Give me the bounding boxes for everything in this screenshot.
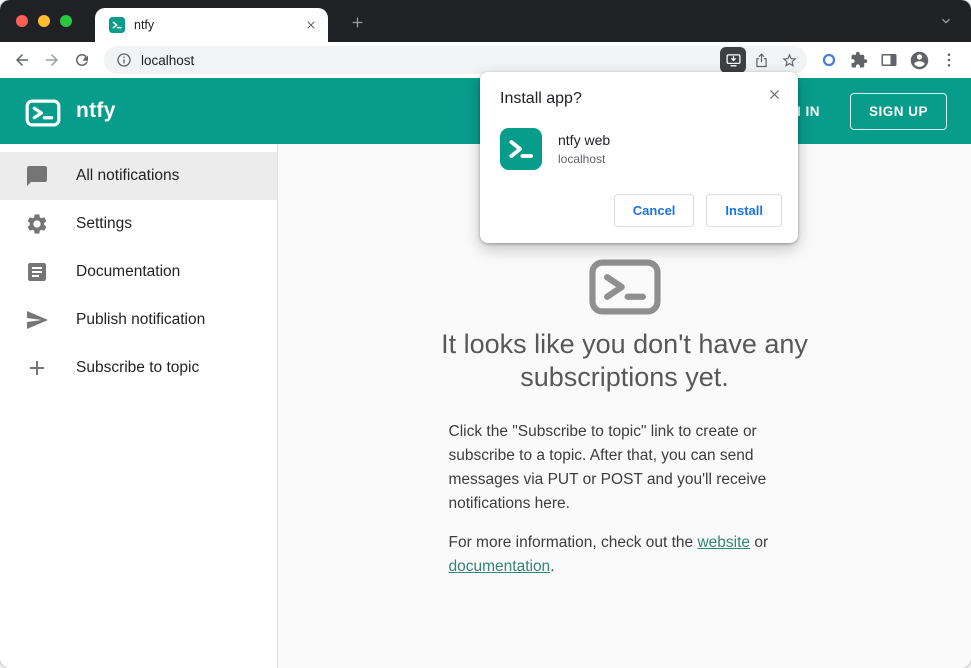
dialog-close-button[interactable] [762, 82, 786, 106]
extension-ring-icon [822, 53, 836, 67]
sidebar: All notifications Settings Documentation… [0, 144, 278, 668]
sidebar-item-label: All notifications [76, 167, 180, 184]
extension-badge-button[interactable] [815, 46, 843, 74]
tab-close-button[interactable] [302, 16, 320, 34]
site-info-icon[interactable] [116, 52, 132, 68]
puzzle-icon [851, 51, 868, 68]
documentation-link[interactable]: documentation [449, 558, 551, 575]
send-icon [25, 308, 49, 332]
avatar-icon [910, 51, 928, 69]
tab-strip: ntfy [0, 0, 971, 42]
install-icon [725, 53, 741, 66]
document-icon [25, 260, 49, 284]
chat-icon [25, 164, 49, 188]
gear-icon [25, 212, 49, 236]
empty-state-paragraph: Click the "Subscribe to topic" link to c… [448, 422, 767, 512]
tab-title: ntfy [134, 18, 155, 32]
dialog-app-row: ntfy web localhost [500, 128, 782, 170]
dialog-app-icon [500, 128, 542, 170]
share-icon [755, 53, 767, 67]
tab-search-chevron-icon[interactable] [933, 8, 959, 34]
ntfy-logo-icon [24, 94, 62, 128]
browser-window: ntfy localhost ntfy IN SIGN UP All notif… [0, 0, 971, 668]
url-text: localhost [141, 52, 195, 68]
back-button[interactable] [8, 46, 36, 74]
window-minimize-button[interactable] [38, 15, 50, 27]
browser-menu-button[interactable] [935, 46, 963, 74]
brand-title: ntfy [76, 99, 116, 122]
side-panel-button[interactable] [875, 46, 903, 74]
sidebar-item-label: Documentation [76, 263, 181, 280]
back-arrow-icon [16, 54, 28, 66]
traffic-lights [16, 15, 72, 27]
dialog-app-name: ntfy web [558, 132, 611, 148]
window-close-button[interactable] [16, 15, 28, 27]
window-zoom-button[interactable] [60, 15, 72, 27]
close-icon [769, 89, 779, 99]
star-icon [781, 52, 797, 67]
sidebar-item-label: Subscribe to topic [76, 359, 200, 376]
empty-state-copy: Click the "Subscribe to topic" link to c… [449, 420, 801, 579]
sidebar-item-documentation[interactable]: Documentation [0, 248, 277, 296]
sidebar-item-label: Publish notification [76, 311, 206, 328]
kebab-menu-icon [947, 53, 951, 67]
ntfy-terminal-icon [586, 248, 664, 315]
sign-up-button[interactable]: SIGN UP [849, 92, 947, 130]
empty-state-heading: It looks like you don't have any subscri… [441, 329, 808, 392]
sidebar-item-publish-notification[interactable]: Publish notification [0, 296, 277, 344]
install-button[interactable]: Install [706, 194, 782, 227]
install-app-button[interactable] [720, 47, 746, 73]
dialog-title: Install app? [500, 90, 582, 107]
refresh-button[interactable] [68, 46, 96, 74]
bookmark-button[interactable] [776, 47, 802, 73]
sidebar-item-all-notifications[interactable]: All notifications [0, 152, 277, 200]
forward-arrow-icon [46, 54, 58, 66]
plus-icon [25, 356, 49, 380]
side-panel-icon [881, 54, 897, 66]
browser-tab[interactable]: ntfy [95, 8, 328, 42]
dialog-app-origin: localhost [558, 152, 606, 166]
profile-button[interactable] [905, 46, 933, 74]
sidebar-item-subscribe-to-topic[interactable]: Subscribe to topic [0, 344, 277, 392]
new-tab-button[interactable] [343, 8, 371, 36]
dialog-actions: Cancel Install [500, 194, 782, 227]
extensions-button[interactable] [845, 46, 873, 74]
share-button[interactable] [748, 47, 774, 73]
refresh-icon [76, 54, 88, 66]
install-app-dialog: Install app? ntfy web localhost Cancel I… [480, 72, 798, 243]
address-bar[interactable]: localhost [104, 46, 807, 74]
sidebar-item-label: Settings [76, 215, 133, 232]
ntfy-favicon-icon [109, 17, 125, 33]
forward-button[interactable] [38, 46, 66, 74]
website-link[interactable]: website [697, 534, 750, 551]
empty-state-info: For more information, check out the webs… [448, 533, 769, 575]
sidebar-item-settings[interactable]: Settings [0, 200, 277, 248]
cancel-button[interactable]: Cancel [613, 194, 695, 227]
